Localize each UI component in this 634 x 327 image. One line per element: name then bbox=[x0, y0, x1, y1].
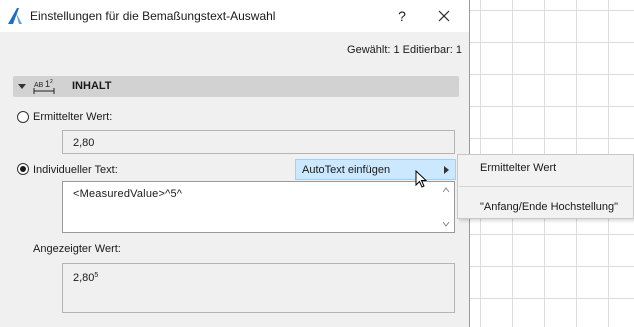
autotext-menu-item[interactable]: AutoText einfügen bbox=[295, 159, 456, 180]
dimension-text-icon: AB 1 2 bbox=[33, 79, 55, 94]
measured-value-text: 2,80 bbox=[73, 137, 95, 149]
custom-text-label: Individueller Text: bbox=[33, 164, 118, 176]
custom-text-radio[interactable] bbox=[17, 163, 29, 175]
measured-value-radio[interactable] bbox=[17, 111, 29, 123]
scrollbar[interactable] bbox=[438, 182, 454, 232]
measured-value-field: 2,80 bbox=[62, 130, 455, 154]
displayed-value-text: 2,805 bbox=[73, 272, 99, 284]
scroll-up-icon[interactable] bbox=[442, 187, 450, 193]
window-title: Einstellungen für die Bemaßungstext-Ausw… bbox=[30, 9, 276, 23]
close-icon bbox=[438, 10, 450, 22]
section-header-content[interactable]: AB 1 2 INHALT bbox=[13, 76, 459, 97]
custom-text-input[interactable]: <MeasuredValue>^5^ bbox=[62, 181, 455, 233]
collapse-triangle-icon[interactable] bbox=[18, 84, 26, 89]
custom-text-value: <MeasuredValue>^5^ bbox=[73, 188, 183, 200]
close-button[interactable] bbox=[434, 6, 454, 26]
selection-count-text: Gewählt: 1 Editierbar: 1 bbox=[347, 44, 462, 56]
section-title: INHALT bbox=[72, 80, 112, 92]
submenu-separator bbox=[459, 186, 632, 187]
submenu-item-superscript[interactable]: "Anfang/Ende Hochstellung" bbox=[480, 201, 618, 213]
archicad-logo-icon bbox=[8, 8, 22, 24]
autotext-label: AutoText einfügen bbox=[302, 164, 391, 176]
scroll-down-icon[interactable] bbox=[442, 221, 450, 227]
displayed-value-field: 2,805 bbox=[62, 263, 455, 313]
svg-text:AB: AB bbox=[34, 82, 44, 89]
submenu-arrow-icon bbox=[444, 166, 449, 174]
title-bar: Einstellungen für die Bemaßungstext-Ausw… bbox=[0, 0, 469, 32]
autotext-submenu: Ermittelter Wert "Anfang/Ende Hochstellu… bbox=[457, 154, 634, 219]
svg-text:2: 2 bbox=[50, 79, 53, 85]
mouse-cursor-icon bbox=[415, 170, 428, 188]
displayed-value-label: Angezeigter Wert: bbox=[33, 243, 121, 255]
submenu-item-measured-value[interactable]: Ermittelter Wert bbox=[480, 162, 556, 174]
measured-value-label: Ermittelter Wert: bbox=[33, 111, 113, 123]
help-button[interactable]: ? bbox=[392, 6, 412, 26]
